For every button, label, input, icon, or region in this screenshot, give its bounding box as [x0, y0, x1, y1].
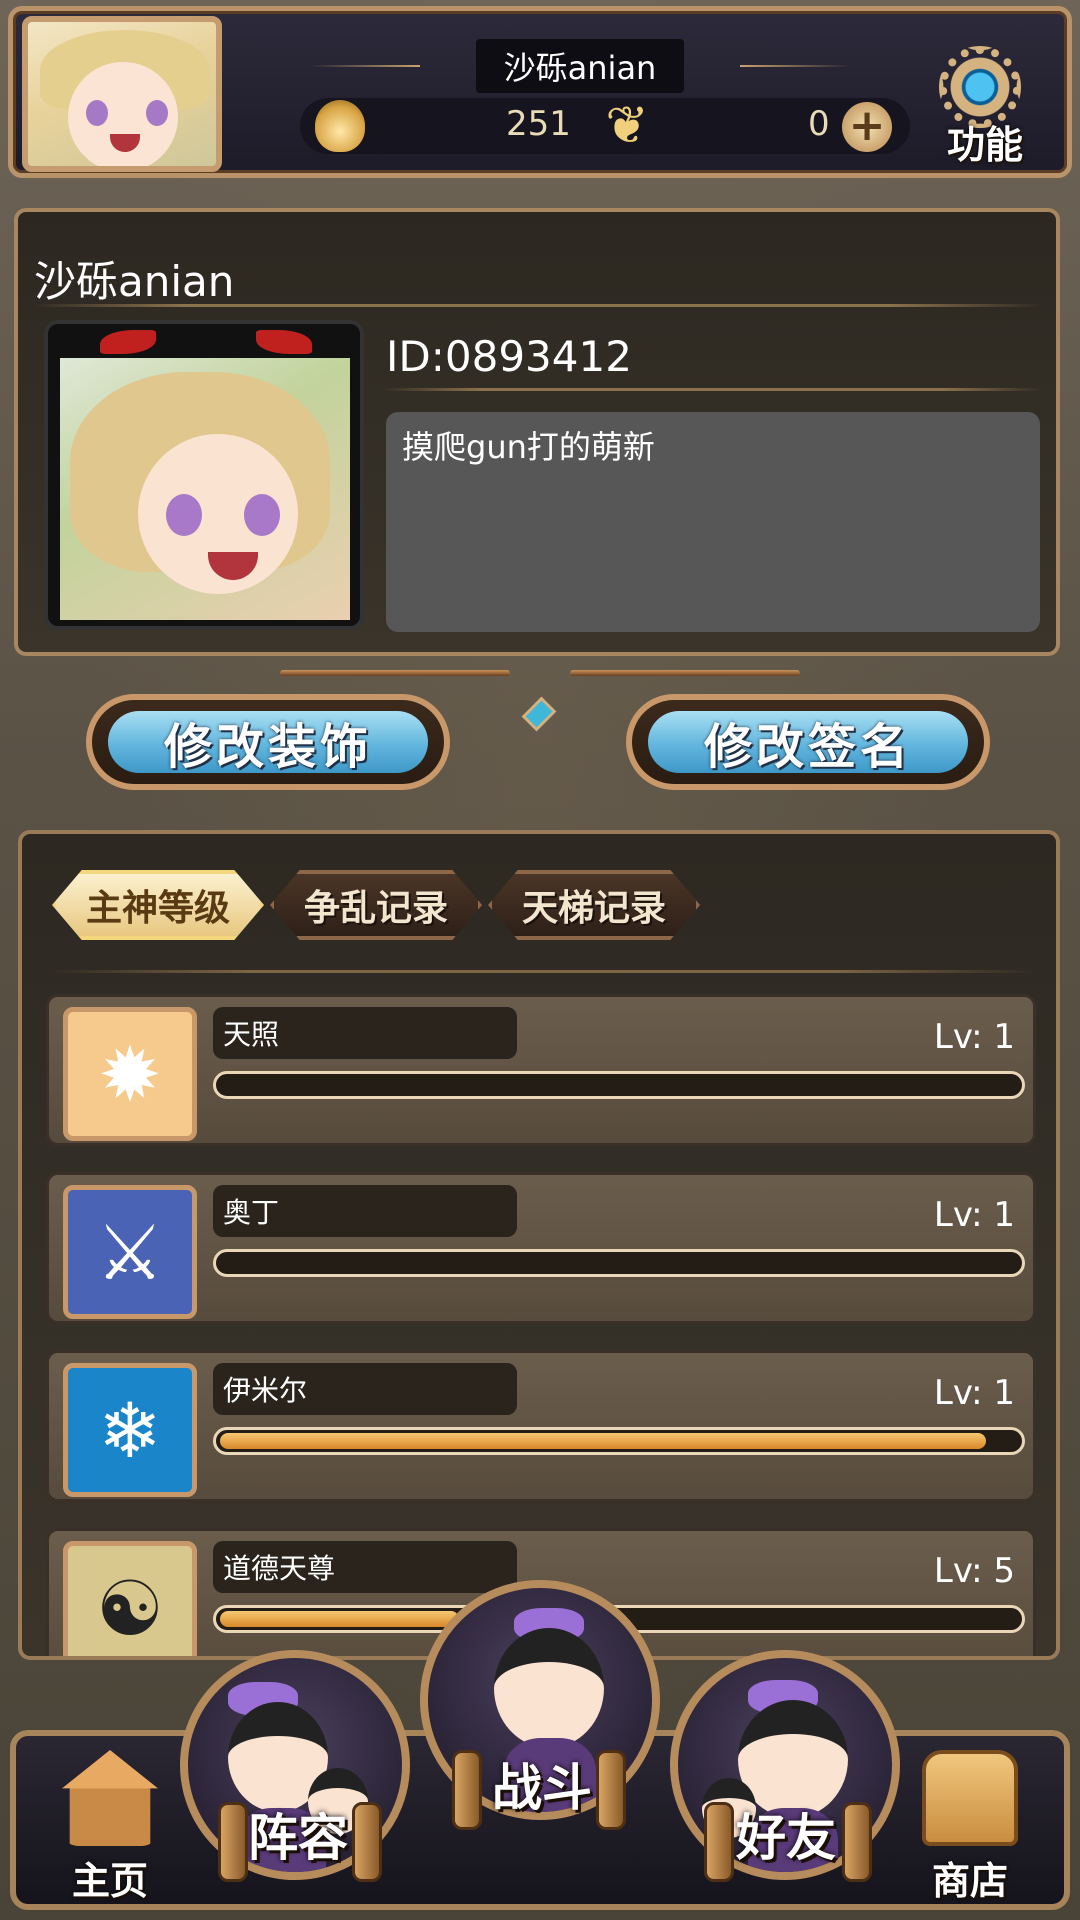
nav-friends-label: 好友 — [736, 1809, 836, 1867]
bottom-navigation: 主页 阵容 战斗 好友 商店 — [0, 1580, 1080, 1920]
god-row[interactable]: ⚔ 奥丁 Lv: 1 — [46, 1172, 1036, 1324]
profile-panel: 沙砾anian ID:0893412 摸爬gun打的萌新 — [14, 208, 1060, 656]
god-name: 奥丁 — [213, 1185, 517, 1237]
nav-shop[interactable]: 商店 — [910, 1750, 1030, 1903]
butterfly-currency-icon: ❦ — [605, 96, 649, 156]
winged-sword-icon: ⚔ — [63, 1185, 197, 1319]
tab-battle-record[interactable]: 争乱记录 — [270, 870, 483, 940]
level-progress-bar — [213, 1071, 1025, 1099]
nav-home[interactable]: 主页 — [50, 1750, 170, 1903]
profile-avatar[interactable] — [44, 320, 364, 630]
gem-ornament-icon — [521, 696, 557, 732]
edit-signature-label: 修改签名 — [648, 711, 968, 775]
level-progress-fill — [220, 1433, 987, 1449]
profile-name: 沙砾anian — [34, 257, 235, 306]
signature-text: 摸爬gun打的萌新 — [386, 412, 1040, 632]
nav-lineup-label: 阵容 — [248, 1809, 348, 1867]
god-name: 天照 — [213, 1007, 517, 1059]
top-bar: 沙砾anian 251 ❦ 0 + 功能 — [0, 0, 1080, 185]
function-button[interactable]: 功能 — [925, 42, 1045, 167]
nav-shop-label: 商店 — [931, 1859, 1008, 1903]
function-label: 功能 — [946, 123, 1023, 167]
treasure-chest-icon — [922, 1750, 1018, 1846]
player-name-strip: 沙砾anian — [300, 39, 860, 93]
tab-god-level[interactable]: 主神等级 — [52, 870, 265, 940]
nav-battle-label: 战斗 — [492, 1759, 592, 1817]
tab-ladder-record[interactable]: 天梯记录 — [488, 870, 701, 940]
player-name: 沙砾anian — [503, 49, 657, 87]
edit-signature-button[interactable]: 修改签名 — [626, 694, 990, 790]
player-avatar[interactable] — [22, 16, 222, 172]
level-progress-bar — [213, 1249, 1025, 1277]
flame-currency-value: 251 — [506, 104, 571, 144]
divider — [382, 388, 1042, 391]
god-row[interactable]: ✹ 天照 Lv: 1 — [46, 994, 1036, 1146]
edit-decoration-button[interactable]: 修改装饰 — [86, 694, 450, 790]
divider — [32, 304, 1042, 307]
god-level: Lv: 1 — [933, 1017, 1015, 1057]
god-level: Lv: 1 — [933, 1373, 1015, 1413]
record-tabs: 主神等级 争乱记录 天梯记录 — [52, 870, 701, 944]
ice-skull-icon: ❄ — [63, 1363, 197, 1497]
sun-emblem-icon: ✹ — [63, 1007, 197, 1141]
house-icon — [62, 1750, 158, 1846]
butterfly-currency-value: 0 — [808, 104, 830, 144]
player-id: ID:0893412 — [386, 332, 632, 381]
edit-decoration-label: 修改装饰 — [108, 711, 428, 775]
level-progress-bar — [213, 1427, 1025, 1455]
add-currency-button[interactable]: + — [842, 102, 892, 152]
divider — [52, 970, 1032, 973]
god-name: 伊米尔 — [213, 1363, 517, 1415]
god-level: Lv: 1 — [933, 1195, 1015, 1235]
god-row[interactable]: ❄ 伊米尔 Lv: 1 — [46, 1350, 1036, 1502]
god-levels-panel: 主神等级 争乱记录 天梯记录 ✹ 天照 Lv: 1 ⚔ 奥丁 Lv: 1 ❄ 伊… — [18, 830, 1060, 1660]
flame-currency-icon — [315, 100, 365, 152]
nav-home-label: 主页 — [71, 1859, 148, 1903]
